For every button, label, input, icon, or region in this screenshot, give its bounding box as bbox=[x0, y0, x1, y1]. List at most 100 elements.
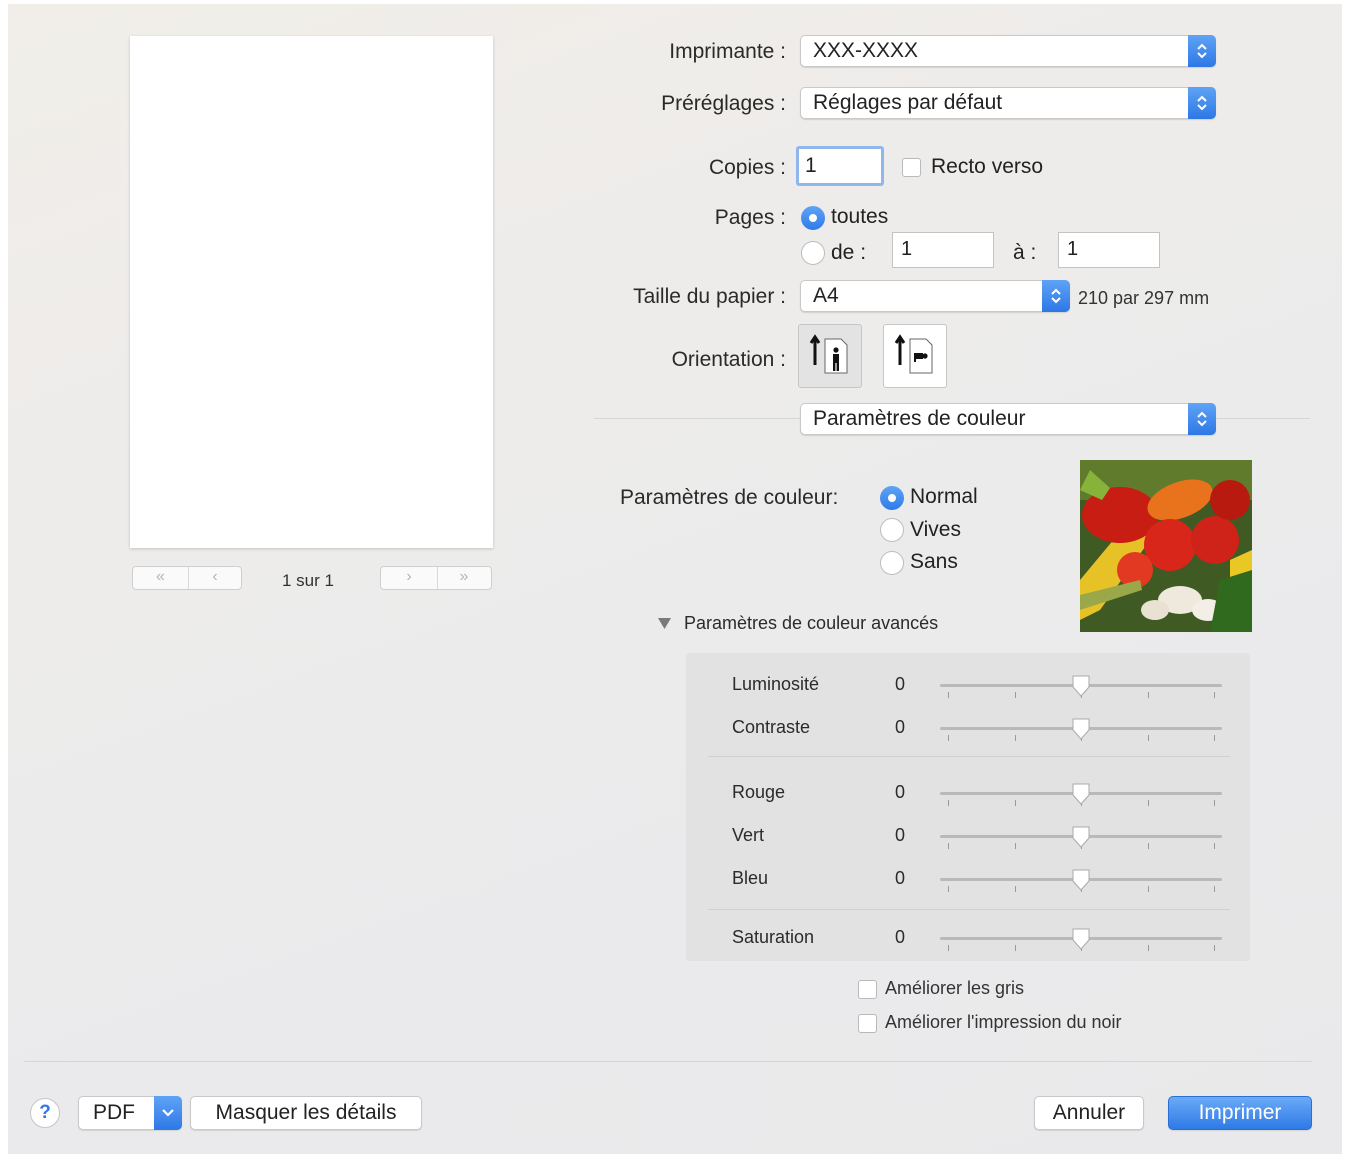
slider-thumb[interactable] bbox=[1071, 783, 1091, 805]
pdf-label: PDF bbox=[93, 1101, 135, 1124]
pages-to-label: à : bbox=[1013, 241, 1037, 264]
advanced-color-label: Paramètres de couleur avancés bbox=[684, 613, 939, 633]
slider-value: 0 bbox=[895, 674, 906, 694]
slider-value: 0 bbox=[895, 927, 906, 947]
improve-black-label: Améliorer l'impression du noir bbox=[885, 1012, 1122, 1032]
last-page-button[interactable]: » bbox=[437, 567, 491, 589]
chevron-down-icon bbox=[154, 1096, 182, 1130]
duplex-checkbox[interactable] bbox=[902, 158, 921, 177]
copies-field[interactable]: 1 bbox=[796, 146, 884, 186]
slider-thumb[interactable] bbox=[1071, 826, 1091, 848]
slider-tick bbox=[1015, 735, 1016, 741]
color-vivid-label: Vives bbox=[910, 518, 961, 541]
duplex-label: Recto verso bbox=[931, 155, 1044, 178]
cancel-button[interactable]: Annuler bbox=[1034, 1096, 1144, 1130]
print-button[interactable]: Imprimer bbox=[1168, 1096, 1312, 1130]
disclosure-triangle-icon[interactable] bbox=[658, 616, 671, 634]
section-value: Paramètres de couleur bbox=[813, 407, 1026, 430]
slider-tick bbox=[1148, 945, 1149, 951]
presets-popup[interactable]: Réglages par défaut bbox=[800, 87, 1216, 119]
slider-thumb[interactable] bbox=[1071, 718, 1091, 740]
slider-tick bbox=[1148, 843, 1149, 849]
print-dialog: « ‹ 1 sur 1 › » Imprimante : XXX-XXXX Pr… bbox=[8, 4, 1342, 1154]
color-vivid-radio[interactable] bbox=[880, 518, 904, 542]
hide-details-button[interactable]: Masquer les détails bbox=[190, 1096, 422, 1130]
paper-size-popup[interactable]: A4 bbox=[800, 280, 1070, 312]
slider-label: Bleu bbox=[732, 868, 769, 888]
slider-tick bbox=[948, 692, 949, 698]
paper-dimensions: 210 par 297 mm bbox=[1078, 288, 1210, 308]
updown-chevron-icon bbox=[1042, 280, 1070, 312]
slider-label: Saturation bbox=[732, 927, 815, 947]
slider-tick bbox=[948, 945, 949, 951]
updown-chevron-icon bbox=[1188, 35, 1216, 67]
slider-tick bbox=[1148, 735, 1149, 741]
slider-tick bbox=[1148, 800, 1149, 806]
updown-chevron-icon bbox=[1188, 403, 1216, 435]
improve-black-checkbox[interactable] bbox=[858, 1014, 877, 1033]
slider-tick bbox=[1214, 735, 1215, 741]
slider-thumb[interactable] bbox=[1071, 869, 1091, 891]
slider-tick bbox=[948, 843, 949, 849]
next-page-button[interactable]: › bbox=[381, 567, 438, 589]
pages-from-field[interactable]: 1 bbox=[892, 232, 994, 268]
footer-divider bbox=[24, 1061, 1312, 1062]
preview-next-last-group: › » bbox=[380, 566, 492, 590]
slider-value: 0 bbox=[895, 782, 906, 802]
slider-tick bbox=[948, 886, 949, 892]
portrait-button[interactable] bbox=[798, 324, 862, 388]
slider-label: Rouge bbox=[732, 782, 786, 802]
page-preview bbox=[130, 36, 493, 548]
presets-value: Réglages par défaut bbox=[813, 91, 1003, 114]
page-counter: 1 sur 1 bbox=[282, 571, 334, 590]
previous-page-button[interactable]: ‹ bbox=[188, 567, 242, 589]
panel-divider bbox=[708, 909, 1230, 910]
copies-label: Copies : bbox=[708, 156, 786, 179]
paper-size-label: Taille du papier : bbox=[633, 285, 786, 308]
pages-all-radio[interactable] bbox=[801, 206, 825, 230]
pdf-button[interactable]: PDF bbox=[78, 1096, 182, 1130]
improve-gray-checkbox[interactable] bbox=[858, 980, 877, 999]
landscape-icon bbox=[892, 333, 938, 384]
slider-thumb[interactable] bbox=[1071, 675, 1091, 697]
slider-tick bbox=[1015, 843, 1016, 849]
pages-all-label: toutes bbox=[831, 205, 889, 228]
pages-label: Pages : bbox=[714, 206, 786, 229]
pages-from-label: de : bbox=[831, 241, 867, 264]
color-sample-image bbox=[1080, 460, 1252, 632]
help-icon: ? bbox=[39, 1102, 51, 1123]
panel-divider bbox=[708, 756, 1230, 757]
paper-size-value: A4 bbox=[813, 284, 839, 307]
slider-value: 0 bbox=[895, 825, 906, 845]
printer-label: Imprimante : bbox=[669, 40, 786, 63]
printer-popup[interactable]: XXX-XXXX bbox=[800, 35, 1216, 67]
color-none-label: Sans bbox=[910, 550, 958, 573]
section-popup[interactable]: Paramètres de couleur bbox=[800, 403, 1216, 435]
portrait-icon bbox=[807, 333, 853, 384]
help-button[interactable]: ? bbox=[30, 1098, 60, 1128]
slider-value: 0 bbox=[895, 868, 906, 888]
pages-range-radio[interactable] bbox=[801, 241, 825, 265]
slider-tick bbox=[1148, 692, 1149, 698]
slider-label: Vert bbox=[732, 825, 765, 845]
orientation-label: Orientation : bbox=[671, 348, 786, 371]
color-normal-label: Normal bbox=[910, 485, 978, 508]
first-page-button[interactable]: « bbox=[133, 567, 189, 589]
preview-first-prev-group: « ‹ bbox=[132, 566, 242, 590]
color-none-radio[interactable] bbox=[880, 551, 904, 575]
color-normal-radio[interactable] bbox=[880, 486, 904, 510]
updown-chevron-icon bbox=[1188, 87, 1216, 119]
landscape-button[interactable] bbox=[883, 324, 947, 388]
slider-tick bbox=[1148, 886, 1149, 892]
slider-tick bbox=[1015, 945, 1016, 951]
slider-label: Contraste bbox=[732, 717, 811, 737]
improve-gray-label: Améliorer les gris bbox=[885, 978, 1025, 998]
slider-tick bbox=[1214, 692, 1215, 698]
slider-thumb[interactable] bbox=[1071, 928, 1091, 950]
slider-value: 0 bbox=[895, 717, 906, 737]
slider-tick bbox=[1214, 800, 1215, 806]
presets-label: Préréglages : bbox=[661, 92, 786, 115]
slider-tick bbox=[948, 735, 949, 741]
pages-to-field[interactable]: 1 bbox=[1058, 232, 1160, 268]
color-settings-label: Paramètres de couleur: bbox=[620, 486, 839, 509]
